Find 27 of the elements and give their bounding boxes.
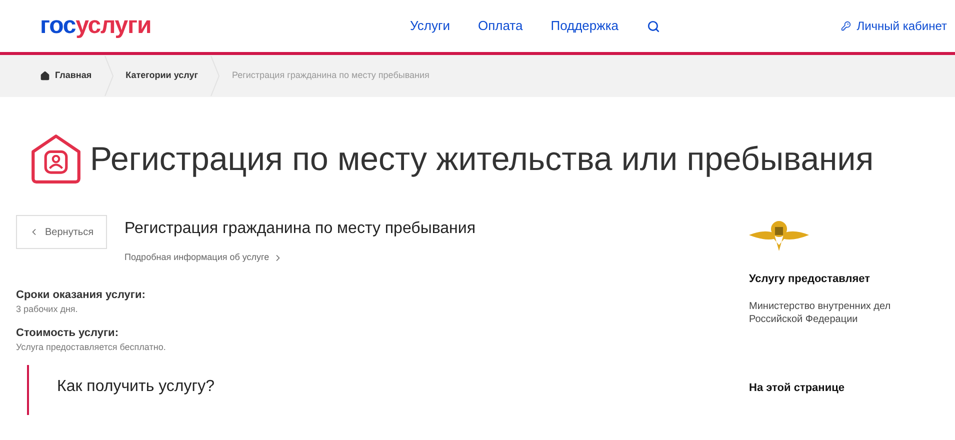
details-link[interactable]: Подробная информация об услуге	[124, 251, 476, 264]
separator-icon	[104, 56, 114, 96]
provider-name: Министерство внутренних дел Российской Федерации	[749, 300, 892, 326]
house-person-icon	[30, 133, 82, 185]
logo-text: гос	[40, 11, 76, 41]
breadcrumb-current-page: Регистрация гражданина по месту пребывания	[232, 69, 430, 82]
service-title: Регистрация гражданина по месту пребывания	[124, 219, 476, 239]
fact-label: Стоимость услуги:	[16, 326, 120, 340]
account-link[interactable]: Личный кабинет	[840, 17, 947, 35]
breadcrumb-link[interactable]: Главная	[40, 69, 92, 83]
back-button[interactable]: Вернуться	[16, 215, 107, 249]
section-heading: Как получить услугу?	[57, 376, 216, 396]
page-title: Регистрация по месту жительства или пребывания	[90, 139, 874, 180]
nav-link[interactable]: Поддержка	[550, 16, 619, 36]
logo-text: услуги	[76, 11, 152, 41]
search-icon[interactable]	[646, 20, 660, 32]
breadcrumb-link[interactable]: Категории услуг	[126, 69, 198, 83]
sidebar-heading: На этой странице	[749, 380, 846, 396]
nav-link[interactable]: Оплата	[478, 16, 523, 36]
home-icon	[40, 71, 50, 81]
fact-value: Услуга предоставляется бесплатно.	[16, 341, 167, 354]
separator-icon	[210, 56, 220, 96]
fact-label: Сроки оказания услуги:	[16, 288, 146, 302]
sidebar-heading: Услугу предоставляет	[749, 272, 872, 287]
nav-link[interactable]: Услуги	[410, 16, 450, 36]
key-icon	[840, 21, 851, 31]
fact-value: 3 рабочих дня.	[16, 303, 79, 316]
